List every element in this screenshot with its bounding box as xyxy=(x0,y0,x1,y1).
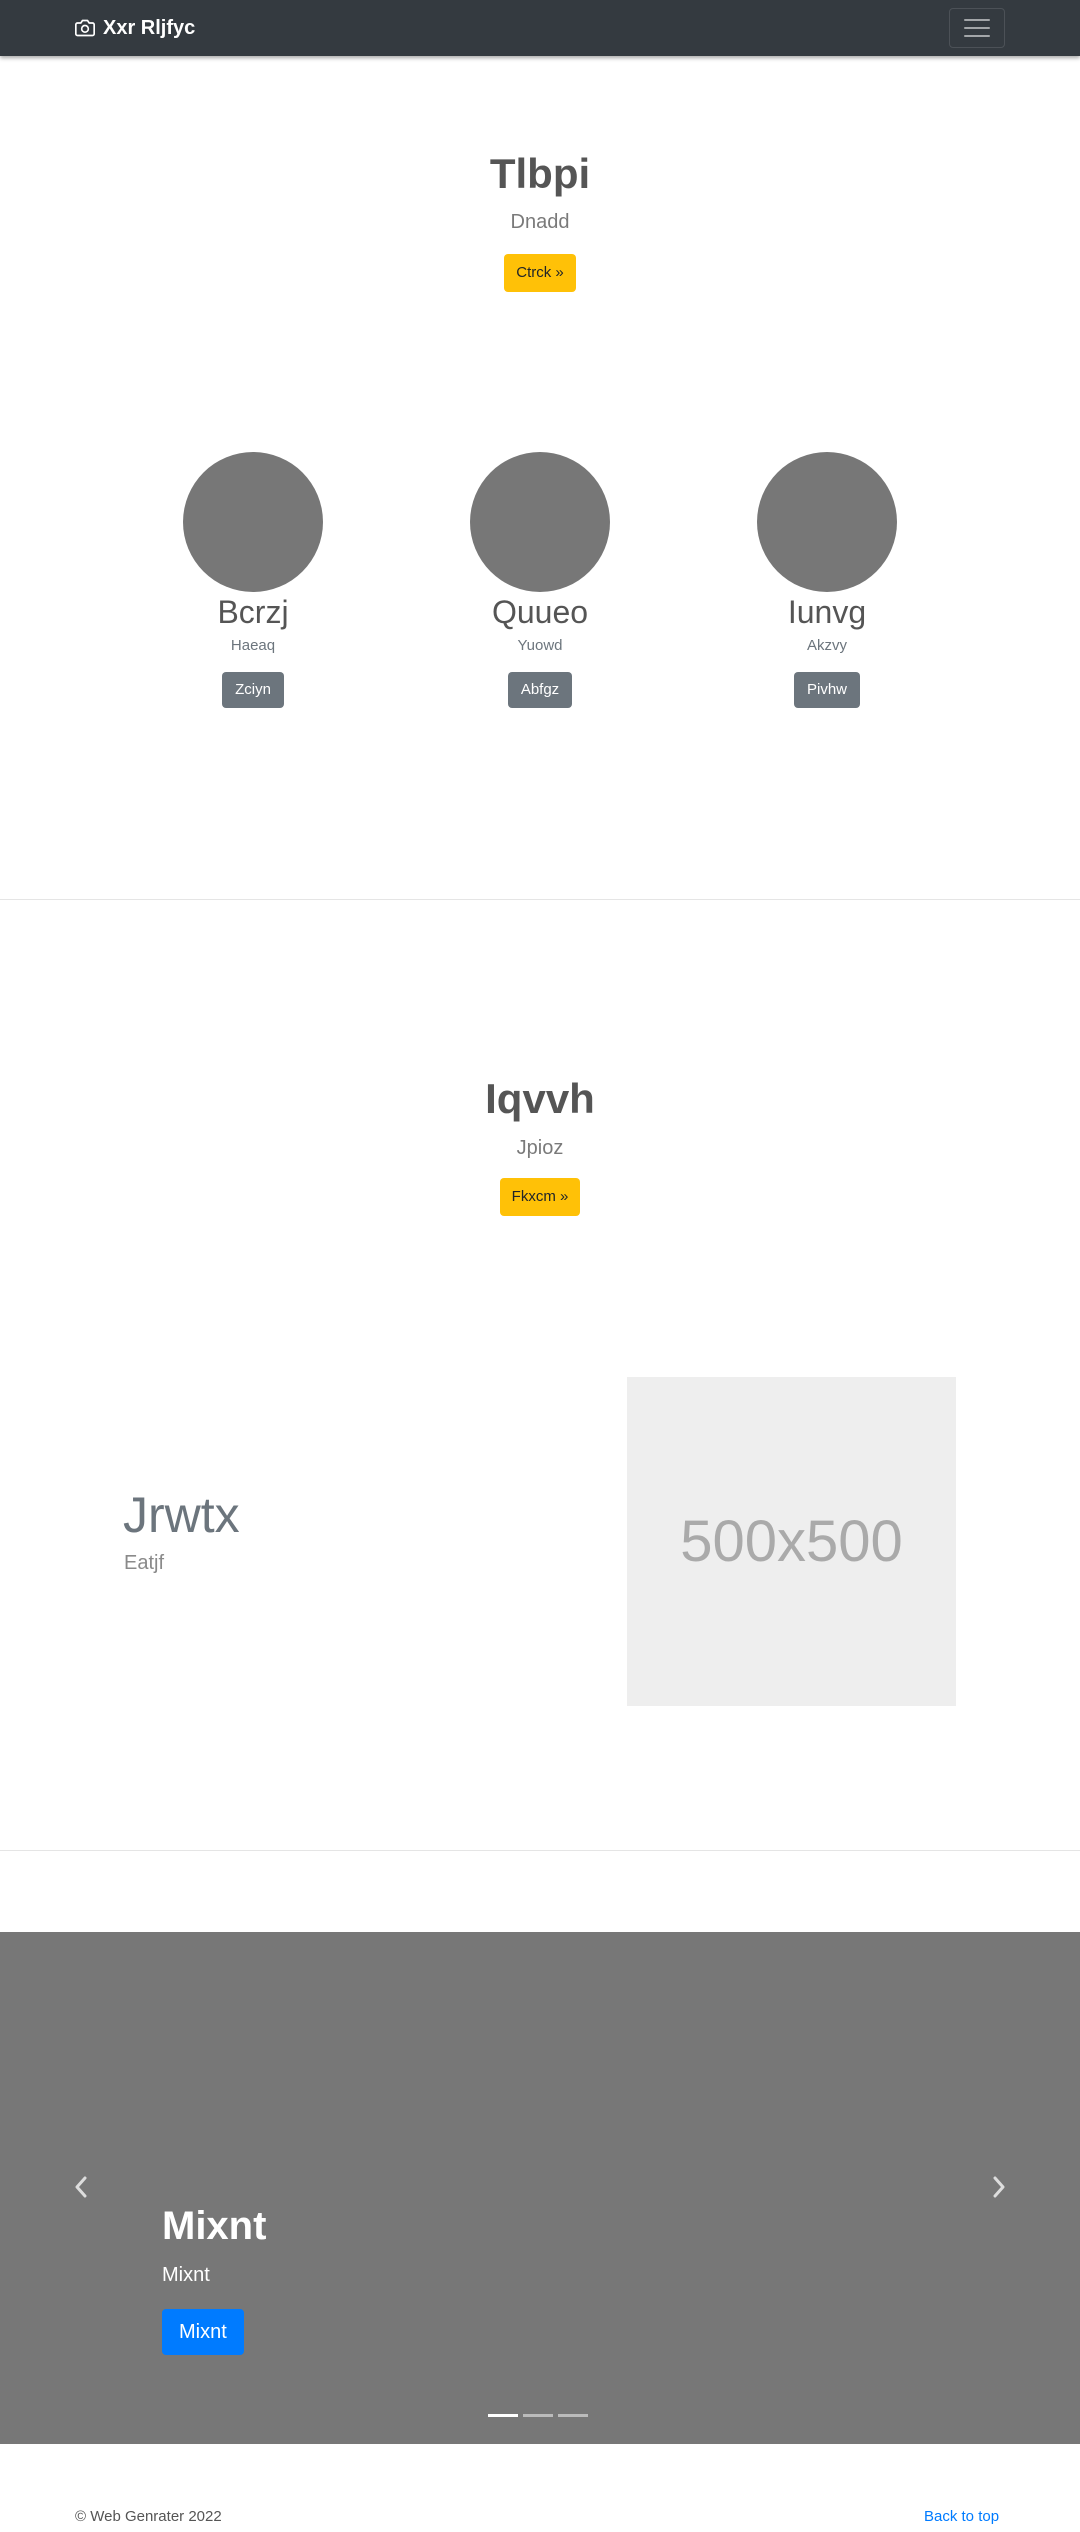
navbar-toggler-button[interactable] xyxy=(949,8,1005,48)
hero1-button[interactable]: Ctrck » xyxy=(504,254,576,292)
feature-text: Haeaq xyxy=(230,637,276,654)
chevron-right-icon xyxy=(993,2176,1005,2198)
section-divider xyxy=(0,899,1080,900)
feature-image-placeholder xyxy=(183,452,323,592)
feature-button[interactable]: Pivhw xyxy=(793,672,860,708)
hamburger-icon xyxy=(964,19,990,37)
hero2-title: Iqvvh xyxy=(485,1075,595,1122)
carousel-caption-title: Mixnt xyxy=(162,2204,267,2248)
featurette-image-placeholder: 500x500 xyxy=(627,1377,956,1706)
featurette-lead: Eatjf xyxy=(124,1552,165,1574)
feature-title: Bcrzj xyxy=(217,594,289,630)
carousel-indicator[interactable] xyxy=(558,2414,588,2417)
feature-button[interactable]: Abfgz xyxy=(507,672,573,708)
section-divider xyxy=(0,1850,1080,1851)
hero1-button-wrap: Ctrck » xyxy=(0,254,1080,292)
feature-title: Iunvg xyxy=(787,594,867,630)
carousel-indicators xyxy=(488,2414,588,2417)
carousel: Mixnt Mixnt Mixnt xyxy=(0,1932,1080,2444)
carousel-next-button[interactable] xyxy=(984,2172,1014,2202)
chevron-left-icon xyxy=(75,2176,87,2198)
feature-image-placeholder xyxy=(470,452,610,592)
carousel-caption-button[interactable]: Mixnt xyxy=(162,2309,244,2355)
back-to-top-link[interactable]: Back to top xyxy=(924,2508,999,2525)
carousel-indicator[interactable] xyxy=(488,2414,518,2417)
hero1-title: Tlbpi xyxy=(489,150,591,197)
placeholder-label: 500x500 xyxy=(680,1509,903,1574)
feature-image-placeholder xyxy=(757,452,897,592)
navbar: Xxr Rljfyc xyxy=(0,0,1080,56)
brand-name: Xxr Rljfyc xyxy=(103,16,196,39)
feature-text: Akzvy xyxy=(806,637,847,654)
hero2-lead: Jpioz xyxy=(516,1137,564,1159)
carousel-indicator[interactable] xyxy=(523,2414,553,2417)
brand-link[interactable]: Xxr Rljfyc xyxy=(75,16,195,40)
hero2-button-wrap: Fkxcm » xyxy=(0,1178,1080,1216)
hero1-lead: Dnadd xyxy=(510,211,570,233)
carousel-caption-text: Mixnt xyxy=(162,2264,210,2286)
camera-icon xyxy=(75,19,95,37)
feature-column-2: Quueo Yuowd Abfgz xyxy=(440,452,640,708)
hero2-button[interactable]: Fkxcm » xyxy=(499,1178,581,1216)
feature-column-3: Iunvg Akzvy Pivhw xyxy=(727,452,927,708)
feature-button[interactable]: Zciyn xyxy=(222,672,284,708)
footer-copyright: © Web Genrater 2022 xyxy=(75,2508,222,2525)
feature-text: Yuowd xyxy=(517,637,563,654)
carousel-prev-button[interactable] xyxy=(66,2172,96,2202)
feature-column-1: Bcrzj Haeaq Zciyn xyxy=(153,452,353,708)
feature-title: Quueo xyxy=(491,594,589,630)
featurette-heading: Jrwtx xyxy=(123,1487,240,1543)
